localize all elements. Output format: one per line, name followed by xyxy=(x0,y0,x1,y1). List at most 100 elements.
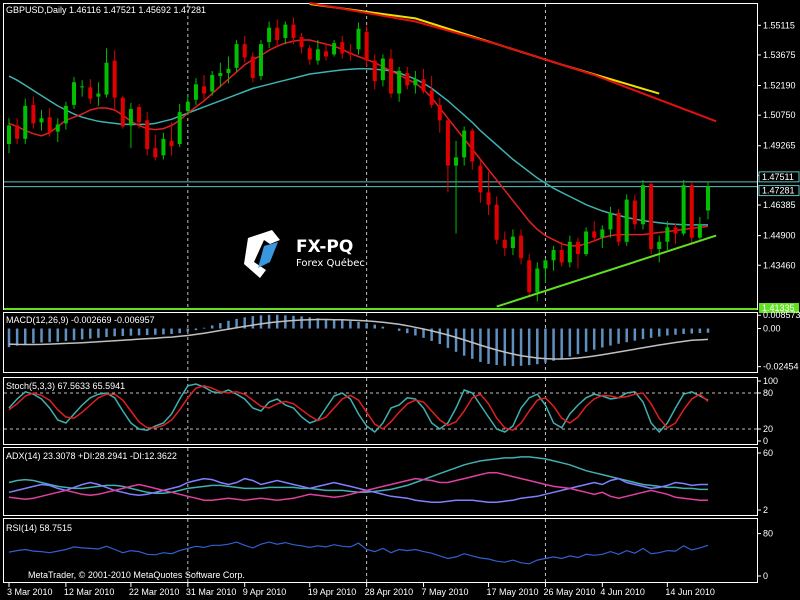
candle-body xyxy=(421,79,426,92)
date-tick-label: 19 Apr 2010 xyxy=(308,587,357,597)
date-tick-label: 9 Apr 2010 xyxy=(243,587,287,597)
candle-body xyxy=(242,44,247,58)
candle-body xyxy=(600,229,605,238)
price-tick-label: 1.53675 xyxy=(763,50,796,60)
date-tick-label: 7 May 2010 xyxy=(422,587,469,597)
candle-body xyxy=(145,120,150,150)
candle-body xyxy=(470,130,475,162)
time-axis: 3 Mar 2010 12 Mar 2010 22 Mar 2010 31 Mar 2… xyxy=(7,583,715,597)
date-tick-label: 26 May 2010 xyxy=(543,587,595,597)
macd-title: MACD(12,26,9) -0.002669 -0.006957 xyxy=(6,315,155,325)
candle-body xyxy=(494,204,499,240)
candle-body xyxy=(193,84,198,100)
stoch-panel: 100 80 20 0 Stoch(5,3,3) 67.5633 65.5941 xyxy=(3,376,778,446)
adx-axis: 60 2 xyxy=(757,448,773,515)
price-tick-label: 1.50750 xyxy=(763,110,796,120)
stoch-title: Stoch(5,3,3) 67.5633 65.5941 xyxy=(6,381,125,391)
price-panel-frame xyxy=(3,3,758,310)
date-tick-label: 14 Jun 2010 xyxy=(665,587,715,597)
candle-body xyxy=(112,60,117,98)
candle-body xyxy=(616,212,621,242)
chart-title: GBPUSD,Daily 1.46116 1.47521 1.45692 1.4… xyxy=(6,5,206,15)
candle-body xyxy=(169,140,174,147)
candle-body xyxy=(7,125,11,144)
candle-body xyxy=(584,231,589,255)
candle-body xyxy=(510,236,515,248)
candle-body xyxy=(519,235,524,259)
adx-tick-label: 60 xyxy=(763,448,773,458)
macd-tick-label: -0.02454 xyxy=(763,362,799,372)
candle-body xyxy=(299,36,304,48)
rsi-tick-label: 80 xyxy=(763,529,773,539)
price-tick-label: 1.46385 xyxy=(763,200,796,210)
candle-body xyxy=(397,70,402,94)
candle-body xyxy=(307,48,312,60)
candle-body xyxy=(624,199,629,242)
candle-body xyxy=(380,58,385,81)
candle-body xyxy=(486,192,491,205)
adx-panel: 60 2 ADX(14) 23.3078 +DI:28.2941 -DI:12.3… xyxy=(3,447,773,516)
candle-body xyxy=(608,212,613,230)
candle-body xyxy=(462,130,467,158)
price-tick-label: 1.43460 xyxy=(763,260,796,270)
candle-body xyxy=(234,44,239,68)
candle-body xyxy=(372,60,377,82)
price-label: 1.47511 xyxy=(762,172,794,182)
candle-body xyxy=(291,24,296,38)
candle-body xyxy=(502,239,507,248)
candle-body xyxy=(551,250,556,261)
candle-body xyxy=(364,31,369,61)
candle-body xyxy=(39,118,44,123)
rsi-panel: 80 0 RSI(14) 58.7515 MetaTrader, © 2001-2… xyxy=(3,518,773,583)
candle-body xyxy=(202,86,207,94)
candle-body xyxy=(429,90,434,105)
chart-canvas: 1.551151.536751.521901.507501.492651.478… xyxy=(3,2,800,597)
candle-body xyxy=(267,27,272,43)
candle-body xyxy=(153,148,158,158)
candle-body xyxy=(681,185,686,234)
candle-body xyxy=(445,120,450,166)
price-tick-label: 1.49265 xyxy=(763,141,796,151)
adx-title: ADX(14) 23.3078 +DI:28.2941 -DI:12.3622 xyxy=(6,451,177,461)
candle-body xyxy=(120,97,125,127)
candle-body xyxy=(657,241,662,249)
candle-body xyxy=(226,68,231,73)
price-axis: 1.551151.536751.521901.507501.492651.478… xyxy=(757,20,800,313)
candle-body xyxy=(348,52,353,55)
candle-body xyxy=(575,241,580,255)
logo-title: FX-PQ xyxy=(296,237,353,257)
price-panel: 1.551151.536751.521901.507501.492651.478… xyxy=(3,2,800,313)
date-tick-label: 31 Mar 2010 xyxy=(186,587,237,597)
candle-body xyxy=(543,260,548,269)
date-tick-label: 4 Jun 2010 xyxy=(600,587,645,597)
candle-body xyxy=(185,101,190,112)
date-tick-label: 12 Mar 2010 xyxy=(64,587,115,597)
stoch-tick-label: 100 xyxy=(763,376,778,386)
rsi-tick-label: 0 xyxy=(763,571,768,581)
candle-body xyxy=(31,104,36,124)
candle-body xyxy=(15,125,20,139)
candle-body xyxy=(649,184,654,249)
stoch-tick-label: 80 xyxy=(763,388,773,398)
candle-body xyxy=(161,138,166,156)
candle-body xyxy=(592,231,597,238)
candle-body xyxy=(689,185,694,238)
candle-body xyxy=(128,108,133,126)
stoch-tick-label: 20 xyxy=(763,424,773,434)
candle-body xyxy=(315,49,320,61)
candle-body xyxy=(632,200,637,225)
candle-body xyxy=(413,79,418,86)
candle-body xyxy=(63,105,68,124)
candle-body xyxy=(88,87,93,99)
date-tick-label: 28 Apr 2010 xyxy=(365,587,414,597)
candle-body xyxy=(275,27,280,41)
candle-body xyxy=(47,117,52,133)
macd-tick-label: 0.008573 xyxy=(763,310,800,320)
candle-body xyxy=(405,72,410,86)
price-tick-label: 1.55115 xyxy=(763,20,795,30)
candle-body xyxy=(80,86,85,88)
candle-body xyxy=(559,250,564,263)
stoch-axis: 100 80 20 0 xyxy=(757,376,778,446)
candle-body xyxy=(389,58,394,94)
candle-body xyxy=(706,186,710,211)
